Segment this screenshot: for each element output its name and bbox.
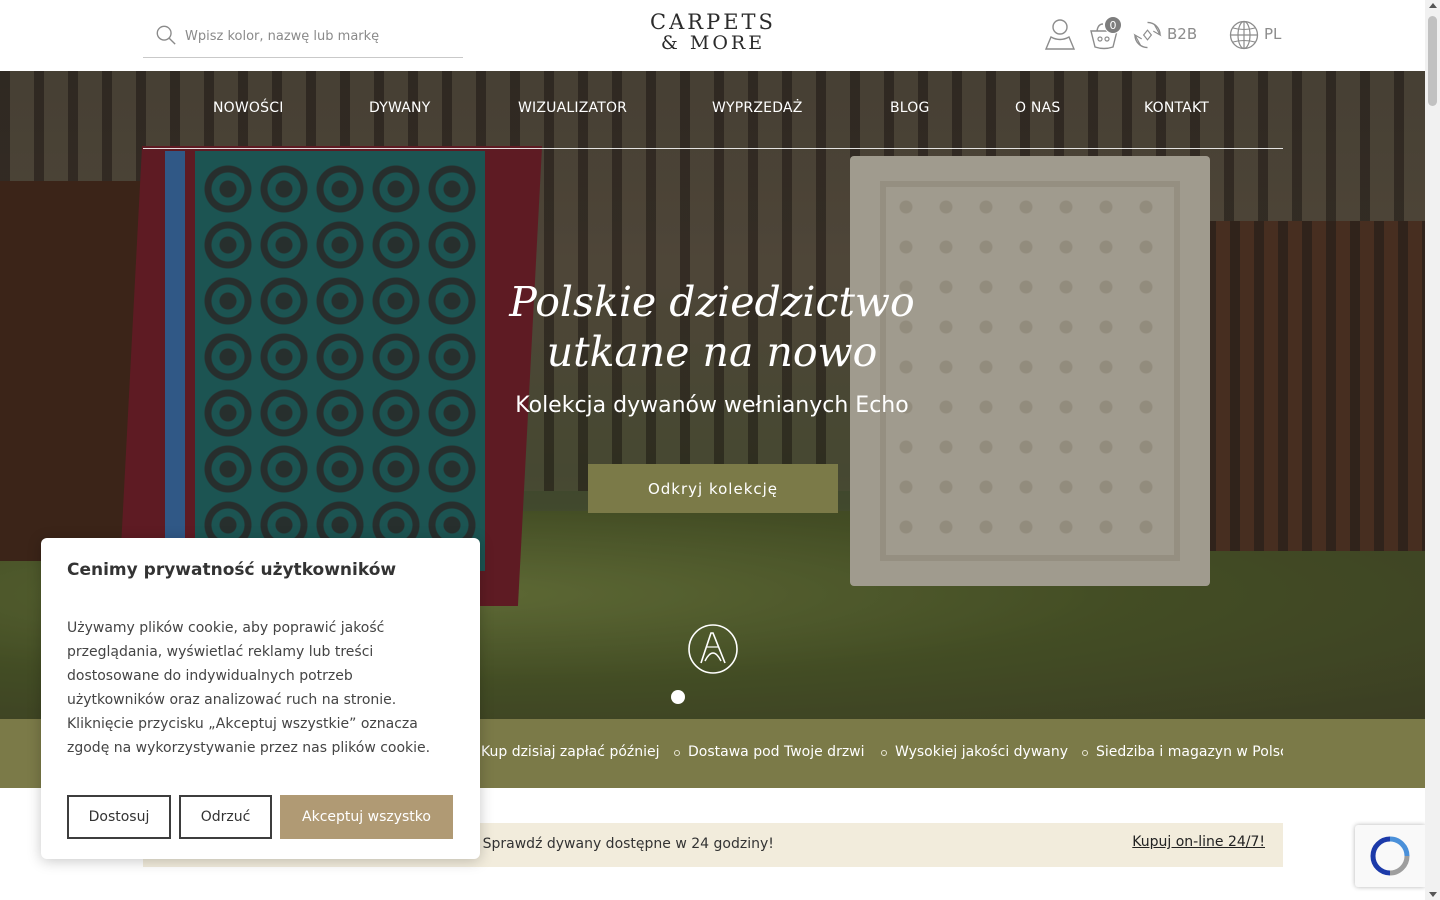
cookie-body: Używamy plików cookie, aby poprawić jako… (67, 620, 431, 756)
nav-item-nowosci[interactable]: NOWOŚCI (213, 100, 284, 116)
benefit-bullet (674, 750, 680, 756)
scroll-up-arrow-icon[interactable] (1429, 3, 1437, 8)
cookie-accept-all-button[interactable]: Akceptuj wszystko (280, 795, 453, 839)
hero-title: Polskie dziedzictwo utkane na nowo (412, 277, 1012, 377)
search-input[interactable] (185, 24, 455, 48)
brand-monogram-icon (688, 624, 738, 674)
hero-title-line1: Polskie dziedzictwo (509, 278, 915, 326)
nav-item-dywany[interactable]: DYWANY (369, 100, 430, 116)
hero-subtitle: Kolekcja dywanów wełnianych Echo (515, 393, 909, 418)
benefit-bullet (881, 750, 887, 756)
scroll-down-arrow-icon[interactable] (1429, 892, 1437, 897)
shop-online-link[interactable]: Kupuj on-line 24/7! (1132, 834, 1265, 850)
nav-item-kontakt[interactable]: KONTAKT (1144, 100, 1209, 116)
benefit-bullet (1082, 750, 1088, 756)
search-icon[interactable] (155, 24, 177, 46)
benefit-warehouse: Siedziba i magazyn w Polsce (1096, 744, 1283, 760)
user-icon[interactable] (1045, 18, 1075, 50)
nav-item-wyprzedaz[interactable]: WYPRZEDAŻ (712, 100, 803, 116)
site-header: CARPETS & MORE 0 B2B PL (0, 0, 1425, 71)
scroll-thumb[interactable] (1428, 16, 1437, 106)
cookie-consent-dialog: Cenimy prywatność użytkowników Używamy p… (41, 538, 480, 859)
globe-icon[interactable] (1229, 20, 1259, 50)
search-bar (143, 14, 463, 58)
hero-title-line2: utkane na nowo (546, 328, 878, 376)
recaptcha-badge[interactable] (1355, 825, 1425, 887)
nav-item-wizualizator[interactable]: WIZUALIZATOR (518, 100, 627, 116)
slider-dot-active[interactable] (671, 690, 685, 704)
b2b-link[interactable]: B2B (1167, 25, 1197, 43)
discover-collection-button[interactable]: Odkryj kolekcję (588, 464, 838, 513)
nav-item-o-nas[interactable]: O NAS (1015, 100, 1060, 116)
cookie-title: Cenimy prywatność użytkowników (67, 560, 397, 580)
info-strip-text: o! Sprawdź dywany dostępne w 24 godziny! (464, 836, 774, 852)
logo-line1: CARPETS (650, 10, 776, 34)
logo-line2: & MORE (660, 32, 766, 54)
cart-count-badge: 0 (1104, 16, 1122, 34)
benefit-delivery: Dostawa pod Twoje drzwi (688, 744, 865, 760)
cookie-reject-button[interactable]: Odrzuć (179, 795, 272, 839)
page-scrollbar[interactable] (1425, 0, 1440, 900)
nav-item-blog[interactable]: BLOG (890, 100, 930, 116)
main-nav: NOWOŚCI DYWANY WIZUALIZATOR WYPRZEDAŻ BL… (143, 71, 1283, 149)
benefit-quality: Wysokiej jakości dywany (895, 744, 1069, 760)
recaptcha-icon (1370, 836, 1410, 876)
b2b-icon[interactable] (1133, 20, 1162, 50)
cookie-customize-button[interactable]: Dostosuj (67, 795, 171, 839)
benefit-pay-later: Kup dzisiaj zapłać później (481, 744, 660, 760)
language-selector[interactable]: PL (1264, 25, 1281, 43)
site-logo[interactable]: CARPETS & MORE (612, 12, 814, 54)
